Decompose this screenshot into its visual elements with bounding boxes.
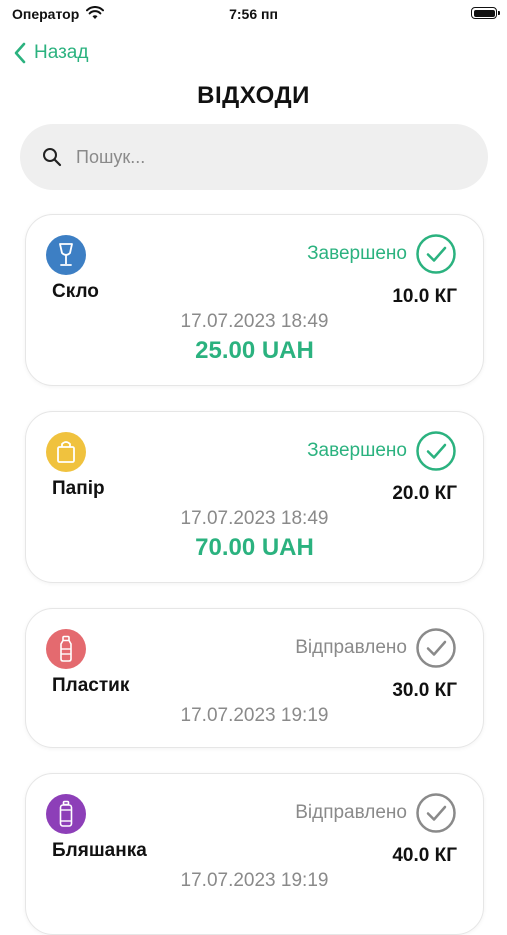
category-name: Бляшанка — [52, 840, 147, 861]
category-name: Папір — [52, 478, 105, 499]
order-date: 17.07.2023 18:49 — [180, 508, 329, 529]
order-amount: 25.00 UAH — [195, 337, 314, 364]
order-card-can[interactable]: Бляшанка Відправлено 40.0 КГ 17.07.2023 … — [25, 773, 484, 935]
status-label: Завершено — [307, 440, 407, 461]
status-time: 7:56 пп — [229, 6, 278, 22]
search-bar[interactable] — [20, 124, 488, 190]
search-icon — [43, 148, 62, 167]
check-circle-icon — [416, 234, 456, 274]
order-date: 17.07.2023 19:19 — [180, 705, 329, 726]
status-bar: Оператор 7:56 пп — [0, 0, 507, 30]
weight-value: 10.0 КГ — [392, 286, 457, 307]
check-circle-icon — [416, 628, 456, 668]
weight-value: 40.0 КГ — [392, 845, 457, 866]
chevron-left-icon — [14, 42, 26, 64]
search-input[interactable] — [74, 145, 458, 169]
order-card-paper[interactable]: Папір Завершено 20.0 КГ 17.07.2023 18:49… — [25, 411, 484, 583]
weight-value: 20.0 КГ — [392, 483, 457, 504]
page-title: ВІДХОДИ — [197, 82, 310, 109]
status-label: Відправлено — [295, 802, 407, 823]
order-amount: 70.00 UAH — [195, 534, 314, 561]
status-label: Завершено — [307, 243, 407, 264]
order-date: 17.07.2023 19:19 — [180, 870, 329, 891]
status-label: Відправлено — [295, 637, 407, 658]
check-circle-icon — [416, 793, 456, 833]
can-icon — [46, 794, 86, 834]
weight-value: 30.0 КГ — [392, 680, 457, 701]
check-circle-icon — [416, 431, 456, 471]
category-name: Скло — [52, 281, 99, 302]
category-name: Пластик — [52, 675, 130, 696]
back-label: Назад — [34, 42, 89, 63]
plastic-bottle-icon — [46, 629, 86, 669]
battery-icon — [471, 7, 500, 19]
order-date: 17.07.2023 18:49 — [180, 311, 329, 332]
paper-bag-icon — [46, 432, 86, 472]
wine-glass-icon — [46, 235, 86, 275]
order-card-glass[interactable]: Скло Завершено 10.0 КГ 17.07.2023 18:49 … — [25, 214, 484, 386]
back-button[interactable]: Назад — [14, 38, 88, 68]
order-card-plastic[interactable]: Пластик Відправлено 30.0 КГ 17.07.2023 1… — [25, 608, 484, 748]
